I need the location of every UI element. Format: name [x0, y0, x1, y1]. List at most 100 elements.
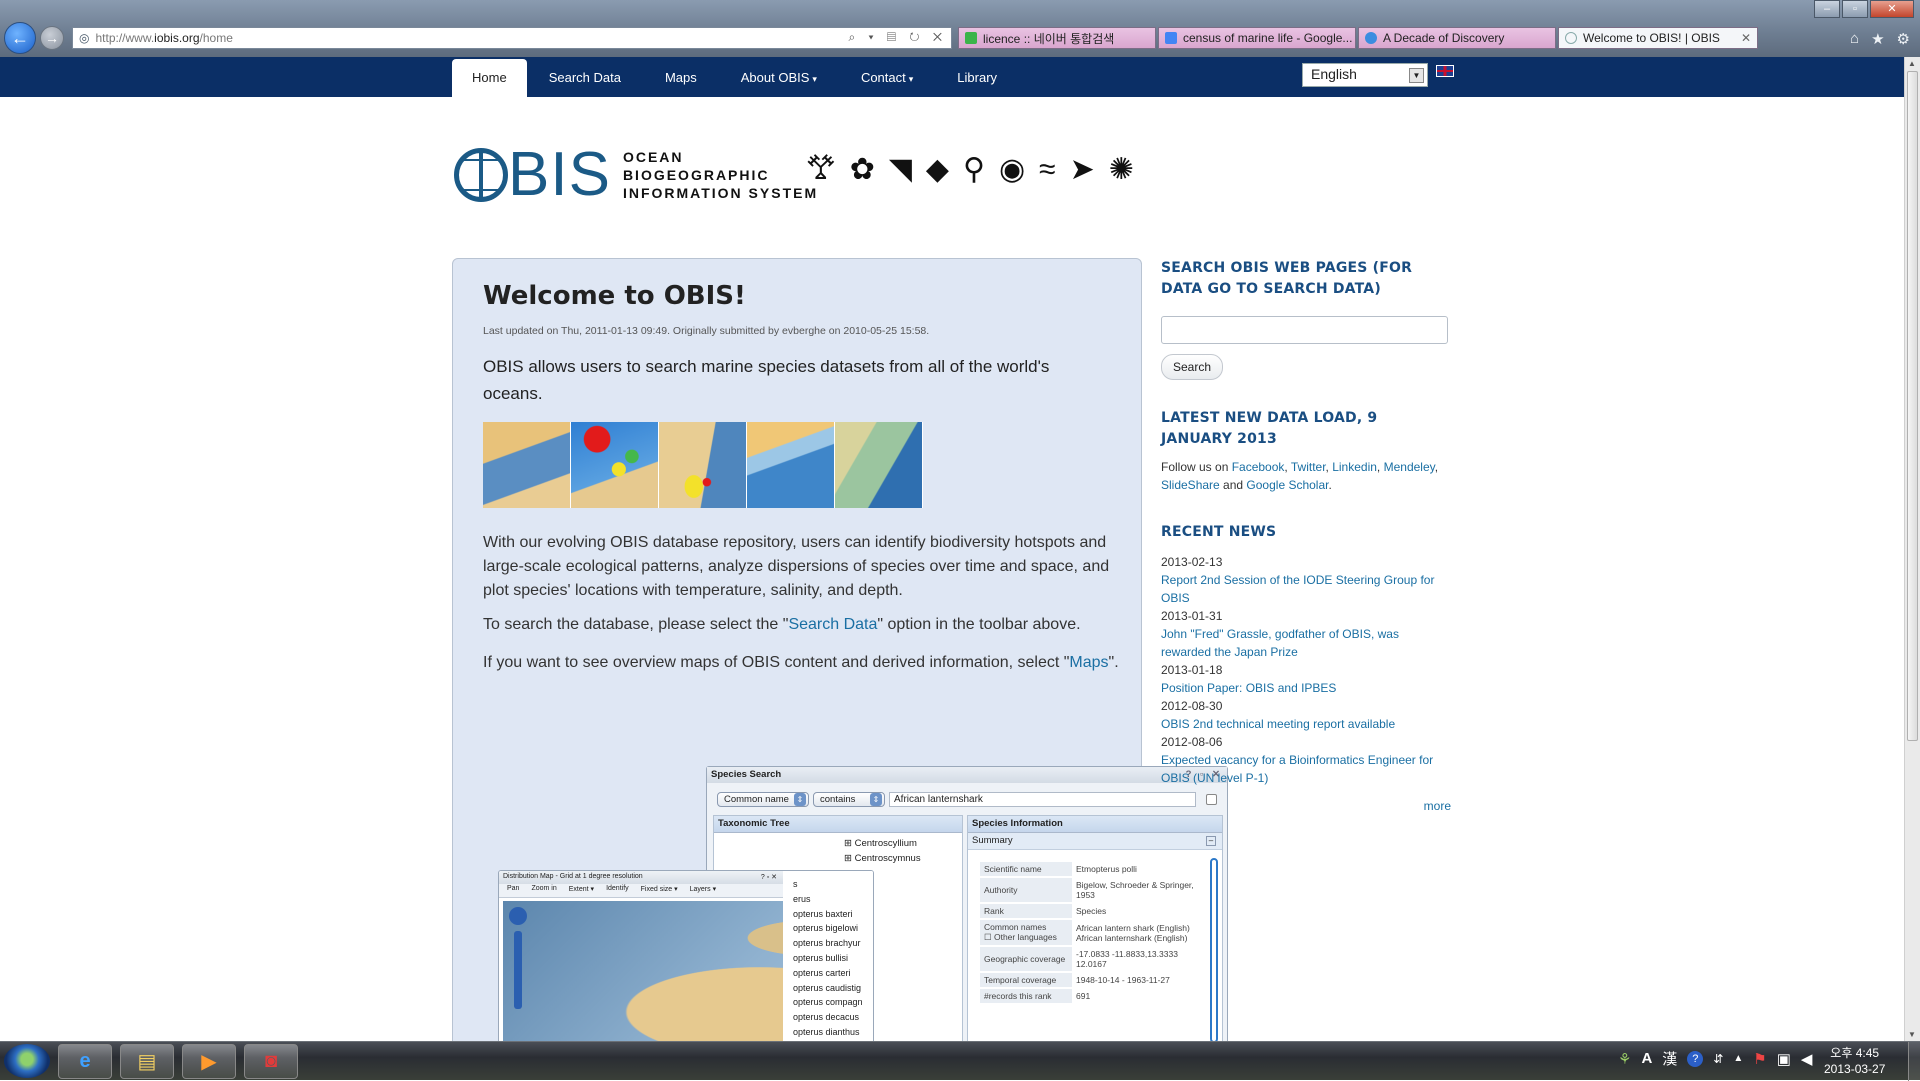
window-controls: – ▫ ✕ [1814, 0, 1914, 18]
folder-icon: ▤ [137, 1051, 157, 1073]
action-center-flag-icon[interactable]: ⚑ [1753, 1050, 1766, 1068]
maximize-button[interactable]: ▫ [1842, 0, 1868, 18]
info-key: Scientific name [980, 862, 1072, 876]
news-date: 2013-01-31 [1161, 609, 1223, 623]
naver-icon [965, 32, 977, 44]
favorites-star-icon[interactable]: ★ [1871, 30, 1884, 48]
news-date: 2013-01-18 [1161, 663, 1223, 677]
google-icon [1165, 32, 1177, 44]
news-link[interactable]: Report 2nd Session of the IODE Steering … [1161, 571, 1451, 607]
news-link[interactable]: John "Fred" Grassle, godfather of OBIS, … [1161, 625, 1451, 661]
species-query: African lanternshark [889, 791, 1196, 807]
back-button[interactable]: ← [4, 22, 36, 54]
info-key: Common names ☐ Other languages [980, 920, 1072, 945]
intro-text: OBIS allows users to search marine speci… [483, 357, 1050, 403]
slideshare-link[interactable]: SlideShare [1161, 478, 1220, 492]
close-window-button[interactable]: ✕ [1870, 0, 1914, 18]
caret-down-icon: ▾ [812, 74, 817, 84]
url-host: iobis.org [154, 31, 200, 45]
language-select[interactable]: English ▼ [1302, 63, 1428, 87]
linkedin-link[interactable]: Linkedin [1332, 460, 1377, 474]
show-desktop-button[interactable] [1908, 1042, 1920, 1081]
hanja-icon[interactable]: 漢 [1662, 1048, 1677, 1069]
scrollbar-thumb[interactable] [1907, 71, 1918, 741]
maps-link[interactable]: Maps [1069, 654, 1108, 671]
language-bar-icon[interactable]: ⚘ [1618, 1050, 1631, 1068]
logo-text: OCEAN BIOGEOGRAPHIC INFORMATION SYSTEM [623, 148, 818, 202]
news-link[interactable]: Expected vacancy for a Bioinformatics En… [1161, 751, 1451, 787]
close-tab-icon[interactable]: ✕ [1741, 31, 1751, 45]
address-bar[interactable]: ◎ http://www. iobis.org/home ⌕ ▾ ▤ ↻ ✕ [72, 27, 952, 49]
ime-a-icon[interactable]: A [1641, 1050, 1652, 1067]
ray-icon: ◥ [888, 153, 912, 186]
news-date: 2013-02-13 [1161, 555, 1223, 569]
table-row: Temporal coverage 1948-10-14 - 1963-11-27 [980, 973, 1202, 987]
extent-tool: Extent ▾ [568, 886, 595, 893]
tab-obis[interactable]: Welcome to OBIS! | OBIS ✕ [1558, 27, 1758, 49]
scroll-up-icon[interactable]: ▲ [1908, 59, 1916, 68]
forward-button[interactable]: → [40, 26, 64, 50]
tab-label: A Decade of Discovery [1383, 31, 1505, 45]
info-value: -17.0833 -11.8833,13.3333 12.0167 [1076, 949, 1178, 969]
nav-contact[interactable]: Contact ▾ [839, 59, 935, 97]
taskbar-explorer[interactable]: ▤ [120, 1044, 174, 1079]
twitter-link[interactable]: Twitter [1291, 460, 1326, 474]
species-item: opterus carteri [793, 967, 851, 978]
clock[interactable]: 오후 4:45 2013-03-27 [1824, 1045, 1885, 1077]
nav-home[interactable]: Home [452, 59, 527, 97]
volume-icon[interactable]: ◀ [1801, 1050, 1813, 1068]
home-icon[interactable]: ⌂ [1850, 30, 1859, 48]
facebook-link[interactable]: Facebook [1232, 460, 1285, 474]
forward-arrow-icon: → [45, 30, 59, 46]
gear-icon[interactable]: ⚙ [1897, 30, 1910, 48]
help-icon[interactable]: ? [1687, 1050, 1704, 1067]
page-icon: ◎ [79, 31, 90, 45]
tab-decade[interactable]: A Decade of Discovery [1358, 27, 1556, 49]
nav-library[interactable]: Library [935, 59, 1019, 97]
news-link[interactable]: Position Paper: OBIS and IPBES [1161, 679, 1451, 697]
maps-instructions: If you want to see overview maps of OBIS… [483, 651, 1123, 675]
nav-maps[interactable]: Maps [643, 59, 719, 97]
address-tools-icons[interactable]: ⌕ ▾ ▤ ↻ ✕ [849, 30, 948, 45]
show-hidden-icons[interactable]: ▲ [1733, 1053, 1743, 1064]
tab-google[interactable]: census of marine life - Google... [1158, 27, 1356, 49]
species-item: opterus baxteri [793, 908, 853, 919]
start-button[interactable] [4, 1044, 50, 1078]
description-paragraph: With our evolving OBIS database reposito… [483, 534, 1110, 599]
taskbar-media-player[interactable]: ▶ [182, 1044, 236, 1079]
text: Follow us on [1161, 460, 1232, 474]
news-list: 2013-02-13 Report 2nd Session of the IOD… [1161, 553, 1451, 787]
map-thumbnail [483, 422, 571, 508]
search-data-link[interactable]: Search Data [788, 616, 877, 633]
info-value: 691 [1076, 991, 1091, 1001]
taskbar-app[interactable]: ◙ [244, 1044, 298, 1079]
site-search-input[interactable] [1161, 316, 1448, 344]
bird-icon: 𐂷 [806, 153, 836, 186]
network-icon[interactable]: ▣ [1777, 1050, 1791, 1068]
last-updated: Last updated on Thu, 2011-01-13 09:49. O… [483, 325, 930, 337]
google-scholar-link[interactable]: Google Scholar [1246, 478, 1328, 492]
text: If you want to see overview maps of OBIS… [483, 654, 1070, 671]
uk-flag-icon[interactable] [1436, 65, 1454, 77]
scroll-down-icon[interactable]: ▼ [1908, 1030, 1916, 1039]
search-button[interactable]: Search [1161, 354, 1224, 380]
news-link[interactable]: OBIS 2nd technical meeting report availa… [1161, 715, 1451, 733]
restore-icon[interactable]: ⇵ [1713, 1052, 1723, 1066]
mendeley-link[interactable]: Mendeley [1384, 460, 1435, 474]
species-info-header: Species Information [968, 816, 1222, 833]
globe-icon [454, 148, 508, 202]
table-row: Scientific name Etmopterus polli [980, 862, 1202, 876]
nav-about-obis[interactable]: About OBIS ▾ [719, 59, 839, 97]
tab-naver[interactable]: licence :: 네이버 통합검색 [958, 27, 1156, 49]
crab-icon: ✺ [1108, 153, 1134, 186]
minimize-button[interactable]: – [1814, 0, 1840, 18]
page-scrollbar[interactable]: ▲ ▼ [1904, 57, 1920, 1041]
info-value: African lantern shark (English) African … [1076, 922, 1190, 943]
nav-search-data[interactable]: Search Data [527, 59, 643, 97]
collapse-icon: – [1206, 836, 1216, 846]
media-player-icon: ▶ [201, 1051, 217, 1073]
taskbar-ie[interactable]: e [58, 1044, 112, 1079]
obis-logo[interactable]: BIS OCEAN BIOGEOGRAPHIC INFORMATION SYST… [454, 144, 818, 206]
more-news-link[interactable]: more [1161, 799, 1451, 813]
sidebar: SEARCH OBIS WEB PAGES (FOR DATA GO TO SE… [1161, 258, 1451, 813]
